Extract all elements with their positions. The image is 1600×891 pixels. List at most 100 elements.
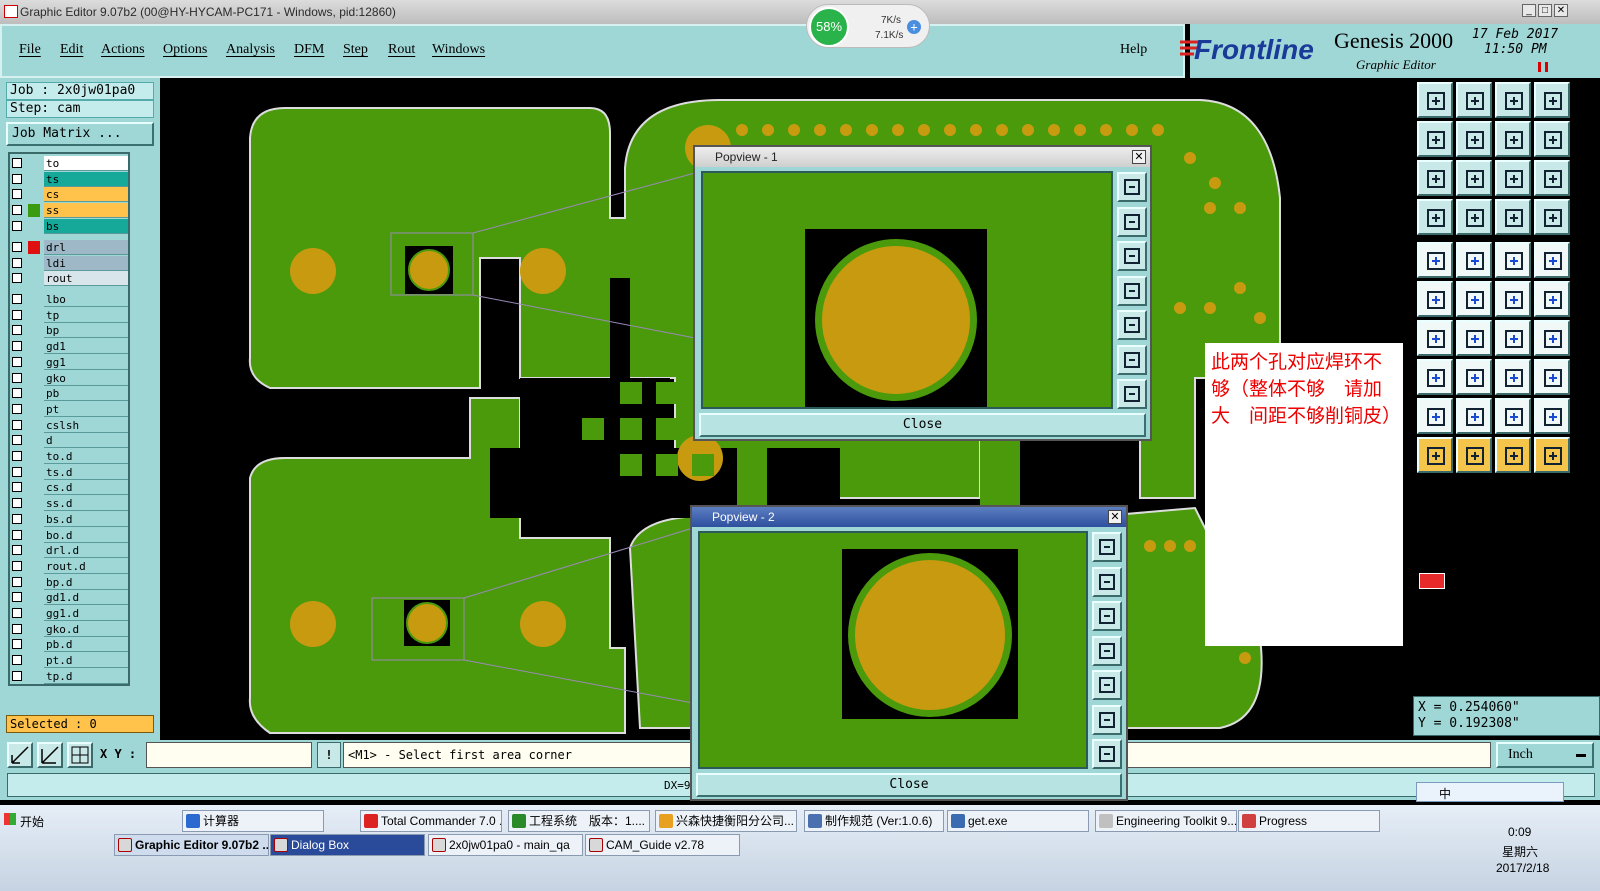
layer-row-bp.d[interactable]: bp.d: [10, 574, 128, 590]
layer-row-gd1.d[interactable]: gd1.d: [10, 590, 128, 606]
text-icon[interactable]: [1417, 398, 1453, 434]
layer-checkbox[interactable]: [12, 576, 22, 587]
connect-icon[interactable]: [1417, 281, 1453, 317]
layer-checkbox[interactable]: [12, 309, 22, 320]
open-step-icon[interactable]: [1417, 82, 1453, 118]
layer-checkbox[interactable]: [12, 341, 22, 352]
scale-icon[interactable]: [1495, 160, 1531, 196]
fit-screen-icon[interactable]: [1092, 704, 1122, 735]
rotate-icon[interactable]: [1495, 320, 1531, 356]
popview-1-close-icon[interactable]: ✕: [1132, 150, 1146, 164]
layer-checkbox[interactable]: [12, 325, 22, 336]
pointer-box-icon[interactable]: [1495, 437, 1531, 473]
taskbar-item[interactable]: Total Commander 7.0 ...: [360, 810, 502, 832]
layer-checkbox[interactable]: [12, 242, 22, 252]
layer-checkbox[interactable]: [12, 403, 22, 414]
warning-icon[interactable]: !: [317, 742, 341, 768]
layer-checkbox[interactable]: [12, 670, 22, 681]
taskbar-item[interactable]: get.exe: [947, 810, 1089, 832]
layer-row-bo.d[interactable]: bo.d: [10, 527, 128, 543]
taskbar-item[interactable]: 制作规范 (Ver:1.0.6): [804, 810, 944, 832]
ime-toolbar[interactable]: 中: [1416, 782, 1564, 802]
layer-row-lbo[interactable]: lbo: [10, 292, 128, 307]
export-icon[interactable]: [1456, 121, 1492, 157]
pan-up-icon[interactable]: [1092, 601, 1122, 631]
menu-windows[interactable]: Windows: [432, 42, 485, 58]
pan-left-icon[interactable]: [1117, 275, 1147, 306]
layer-row-ss[interactable]: ss: [10, 203, 128, 219]
popview-2-close-button[interactable]: Close: [696, 773, 1122, 797]
scale-move-icon[interactable]: [1495, 359, 1531, 395]
clock-time[interactable]: 0:09: [1508, 825, 1531, 839]
network-meter[interactable]: 58% 7K/s 7.1K/s +: [806, 4, 930, 48]
menu-options[interactable]: Options: [163, 42, 207, 58]
pan-right-icon[interactable]: [1092, 670, 1122, 700]
layer-checkbox[interactable]: [12, 560, 22, 571]
delete-icon[interactable]: [1456, 242, 1492, 278]
menu-rout[interactable]: Rout: [388, 42, 415, 58]
pad-icon[interactable]: [1417, 242, 1453, 278]
layer-checkbox[interactable]: [12, 273, 22, 284]
pan-left-icon[interactable]: [1092, 635, 1122, 666]
layer-row-gg1.d[interactable]: gg1.d: [10, 606, 128, 621]
layer-row-to.d[interactable]: to.d: [10, 449, 128, 464]
layer-checkbox[interactable]: [12, 482, 22, 493]
menu-dfm[interactable]: DFM: [294, 42, 324, 58]
start-button[interactable]: 开始: [2, 809, 60, 833]
center-icon[interactable]: [1092, 739, 1122, 769]
zoom-area-icon[interactable]: [7, 742, 33, 768]
layer-checkbox[interactable]: [12, 623, 22, 634]
taskbar-item[interactable]: Graphic Editor 9.07b2 ...: [114, 834, 269, 856]
pointer-alt-icon[interactable]: [1456, 437, 1492, 473]
menu-analysis[interactable]: Analysis: [226, 42, 275, 58]
popview-2-titlebar[interactable]: Popview - 2 ✕: [692, 507, 1126, 527]
mirror-icon[interactable]: [1534, 320, 1570, 356]
layer-row-drl[interactable]: drl: [10, 240, 128, 255]
grid-icon[interactable]: [67, 742, 93, 768]
popview-1-titlebar[interactable]: Popview - 1 ✕: [695, 147, 1150, 167]
taskbar-item[interactable]: 计算器: [182, 810, 324, 832]
layer-checkbox[interactable]: [12, 435, 22, 446]
menu-help[interactable]: Help: [1120, 42, 1147, 58]
popview-1-close-button[interactable]: Close: [699, 413, 1146, 437]
maximize-button[interactable]: □: [1538, 4, 1552, 17]
layer-checkbox[interactable]: [12, 356, 22, 367]
layer-checkbox[interactable]: [12, 451, 22, 461]
ruler-icon[interactable]: [1495, 242, 1531, 278]
popview-2-close-icon[interactable]: ✕: [1108, 510, 1122, 524]
layer-row-ss.d[interactable]: ss.d: [10, 496, 128, 512]
triangle-icon[interactable]: [1456, 398, 1492, 434]
layer-checkbox[interactable]: [12, 158, 22, 168]
layer-row-ldi[interactable]: ldi: [10, 255, 128, 271]
zoom-in-icon[interactable]: [1117, 172, 1147, 202]
fit-icon[interactable]: [1417, 160, 1453, 196]
units-select[interactable]: Inch: [1496, 742, 1594, 768]
layer-checkbox[interactable]: [12, 608, 22, 618]
layer-row-bs.d[interactable]: bs.d: [10, 511, 128, 527]
layer-row-cs[interactable]: cs: [10, 187, 128, 203]
menu-actions[interactable]: Actions: [101, 42, 145, 58]
layer-row-cslsh[interactable]: cslsh: [10, 417, 128, 433]
pan-right-icon[interactable]: [1117, 310, 1147, 340]
layer-checkbox[interactable]: [12, 639, 22, 650]
layer-checkbox[interactable]: [12, 498, 22, 509]
window-icon[interactable]: [1534, 82, 1570, 118]
layer-row-gg1[interactable]: gg1: [10, 354, 128, 370]
layer-row-rout[interactable]: rout: [10, 271, 128, 287]
home-icon[interactable]: [1495, 82, 1531, 118]
layer-checkbox[interactable]: [12, 529, 22, 540]
help-icon[interactable]: [1534, 160, 1570, 196]
job-matrix-button[interactable]: Job Matrix ...: [6, 122, 154, 146]
center-icon[interactable]: [1117, 379, 1147, 409]
layer-row-to[interactable]: to: [10, 156, 128, 171]
copy-icon[interactable]: [1534, 359, 1570, 395]
layer-row-pt[interactable]: pt: [10, 401, 128, 417]
taskbar-item[interactable]: 2x0jw01pa0 - main_qa: [428, 834, 583, 856]
layer-checkbox[interactable]: [12, 655, 22, 666]
zoom-out-icon[interactable]: [1117, 206, 1147, 237]
menu-edit[interactable]: Edit: [60, 42, 83, 58]
layer-checkbox[interactable]: [12, 205, 22, 216]
taskbar-item[interactable]: Dialog Box: [270, 834, 425, 856]
save-icon[interactable]: [1456, 82, 1492, 118]
layer-checkbox[interactable]: [12, 372, 22, 383]
